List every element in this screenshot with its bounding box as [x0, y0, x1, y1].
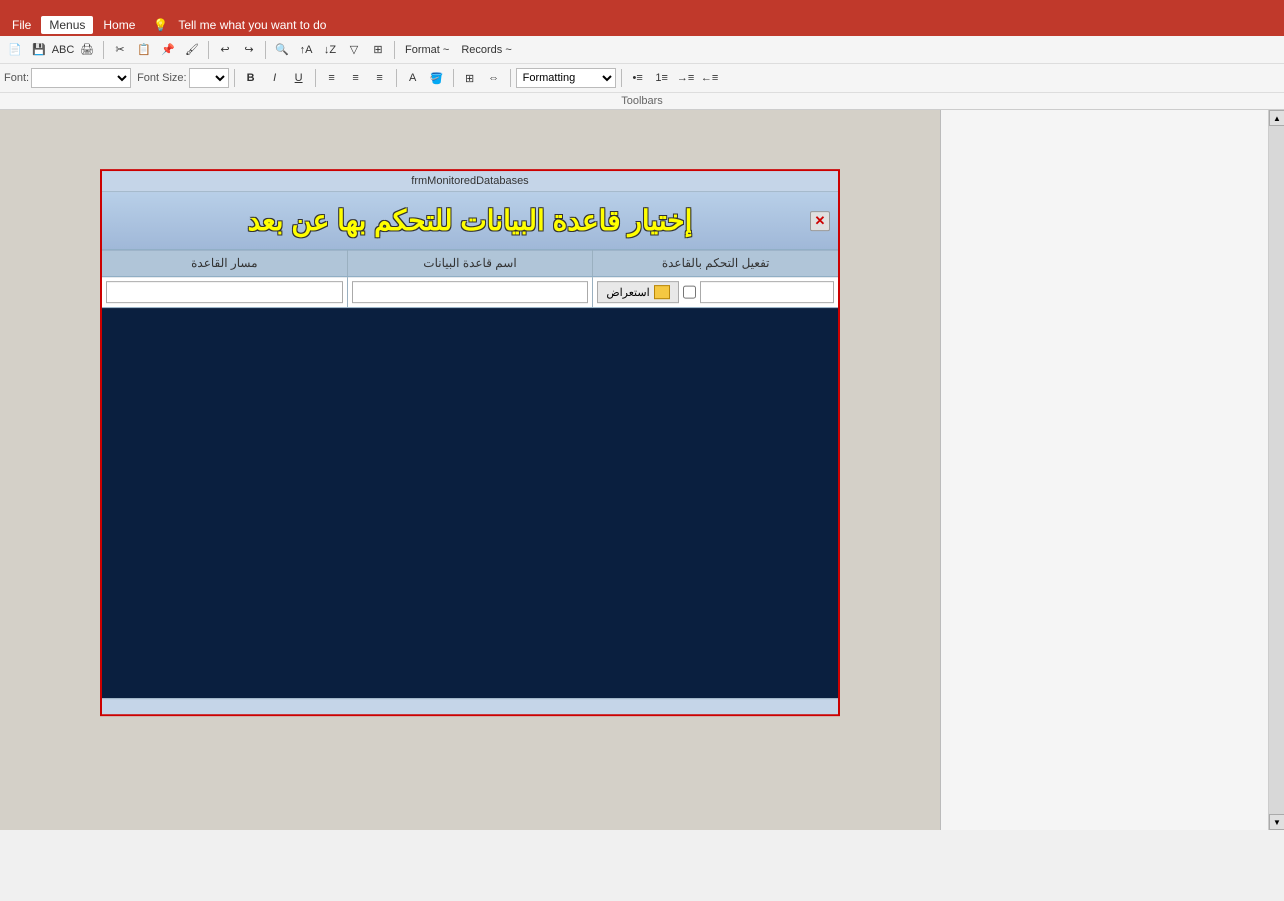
align-left-btn[interactable]: ≡ [321, 67, 343, 89]
sort-asc-btn[interactable]: ↑A [295, 39, 317, 61]
abc-btn[interactable]: ABC [52, 39, 74, 61]
bold-btn[interactable]: B [240, 67, 262, 89]
outdent-btn[interactable]: ←≡ [699, 67, 721, 89]
sort-desc-btn[interactable]: ↓Z [319, 39, 341, 61]
scroll-track [1269, 126, 1284, 814]
modal-header-text: إختيار قاعدة البيانات للتحكم بها عن بعد [118, 204, 822, 237]
copy-btn[interactable]: 📋 [133, 39, 155, 61]
col-header-path: مسار القاعدة [102, 250, 347, 276]
modal-title-bar: frmMonitoredDatabases [102, 171, 838, 192]
menu-tell-me[interactable]: Tell me what you want to do [170, 16, 334, 34]
control-text-input[interactable] [700, 281, 834, 303]
align-right-btn[interactable]: ≡ [369, 67, 391, 89]
browse-button[interactable]: استعراض [597, 281, 678, 303]
sep3 [265, 41, 266, 59]
table-data-area [102, 308, 838, 698]
paste-btn[interactable]: 📌 [157, 39, 179, 61]
sep8 [453, 69, 454, 87]
sep1 [103, 41, 104, 59]
records-dropdown-btn[interactable]: Records ~ [456, 39, 516, 61]
scroll-down-btn[interactable]: ▼ [1269, 814, 1284, 830]
gridlines-btn[interactable]: ⊞ [459, 67, 481, 89]
main-scrollbar[interactable]: ▲ ▼ [1268, 110, 1284, 830]
scroll-up-btn[interactable]: ▲ [1269, 110, 1284, 126]
modal-dialog: frmMonitoredDatabases إختيار قاعدة البيا… [100, 169, 840, 716]
fontsize-select[interactable] [189, 68, 229, 88]
filter2-btn[interactable]: ⊞ [367, 39, 389, 61]
browse-btn-label: استعراض [606, 286, 649, 299]
tell-me-icon: 💡 [153, 18, 168, 32]
modal-header: إختيار قاعدة البيانات للتحكم بها عن بعد … [102, 192, 838, 250]
sep7 [396, 69, 397, 87]
print-btn[interactable]: 🖨 [76, 39, 98, 61]
table-header: تفعيل التحكم بالقاعدة اسم قاعدة البيانات… [102, 250, 838, 277]
menu-home[interactable]: Home [95, 16, 143, 34]
dbname-input[interactable] [352, 281, 589, 303]
find-btn[interactable]: 🔍 [271, 39, 293, 61]
right-panel [940, 110, 1284, 830]
indent-btn[interactable]: →≡ [675, 67, 697, 89]
sep2 [208, 41, 209, 59]
column-width-btn[interactable]: ⇔ [483, 67, 505, 89]
bullets-btn[interactable]: •≡ [627, 67, 649, 89]
formatting-select[interactable]: Formatting [516, 68, 616, 88]
path-input[interactable] [106, 281, 343, 303]
control-checkbox[interactable] [683, 285, 696, 299]
sep9 [510, 69, 511, 87]
format-painter-btn[interactable]: 🖌 [181, 39, 203, 61]
sep10 [621, 69, 622, 87]
font-select[interactable] [31, 68, 131, 88]
title-bar [0, 0, 1284, 14]
sep5 [234, 69, 235, 87]
font-color-btn[interactable]: A [402, 67, 424, 89]
table-cell-dbname [347, 277, 593, 307]
toolbar-area: 📄 💾 ABC 🖨 ✂ 📋 📌 🖌 ↩ ↪ 🔍 ↑A ↓Z ▽ ⊞ Format… [0, 36, 1284, 110]
sep6 [315, 69, 316, 87]
content-area: frmMonitoredDatabases إختيار قاعدة البيا… [0, 110, 940, 830]
table-cell-control: استعراض [592, 277, 838, 307]
modal-title: frmMonitoredDatabases [411, 175, 528, 187]
modal-footer [102, 698, 838, 714]
table-cell-path [102, 277, 347, 307]
main-area: frmMonitoredDatabases إختيار قاعدة البيا… [0, 110, 1284, 830]
menu-bar: File Menus Home 💡 Tell me what you want … [0, 14, 1284, 36]
cut-btn[interactable]: ✂ [109, 39, 131, 61]
fill-color-btn[interactable]: 🪣 [426, 67, 448, 89]
toolbar-row2: Font: Font Size: B I U ≡ ≡ ≡ A 🪣 ⊞ ⇔ For… [0, 64, 1284, 92]
underline-btn[interactable]: U [288, 67, 310, 89]
col-header-control: تفعيل التحكم بالقاعدة [592, 250, 838, 276]
menu-file[interactable]: File [4, 16, 39, 34]
sep4 [394, 41, 395, 59]
toolbars-label: Toolbars [0, 92, 1284, 109]
table-row: استعراض [102, 277, 838, 308]
close-icon: ✕ [815, 213, 826, 229]
modal-body: تفعيل التحكم بالقاعدة اسم قاعدة البيانات… [102, 250, 838, 698]
col-header-dbname: اسم قاعدة البيانات [347, 250, 593, 276]
fontsize-label: Font Size: [137, 72, 187, 84]
italic-btn[interactable]: I [264, 67, 286, 89]
font-label: Font: [4, 72, 29, 84]
save-btn[interactable]: 💾 [28, 39, 50, 61]
filter-btn[interactable]: ▽ [343, 39, 365, 61]
folder-icon [654, 285, 670, 299]
menu-menus[interactable]: Menus [41, 16, 93, 34]
align-center-btn[interactable]: ≡ [345, 67, 367, 89]
new-btn[interactable]: 📄 [4, 39, 26, 61]
toolbar-row1: 📄 💾 ABC 🖨 ✂ 📋 📌 🖌 ↩ ↪ 🔍 ↑A ↓Z ▽ ⊞ Format… [0, 36, 1284, 64]
undo-btn[interactable]: ↩ [214, 39, 236, 61]
format-dropdown-btn[interactable]: Format ~ [400, 39, 454, 61]
numbering-btn[interactable]: 1≡ [651, 67, 673, 89]
close-button[interactable]: ✕ [810, 211, 830, 231]
redo-btn[interactable]: ↪ [238, 39, 260, 61]
